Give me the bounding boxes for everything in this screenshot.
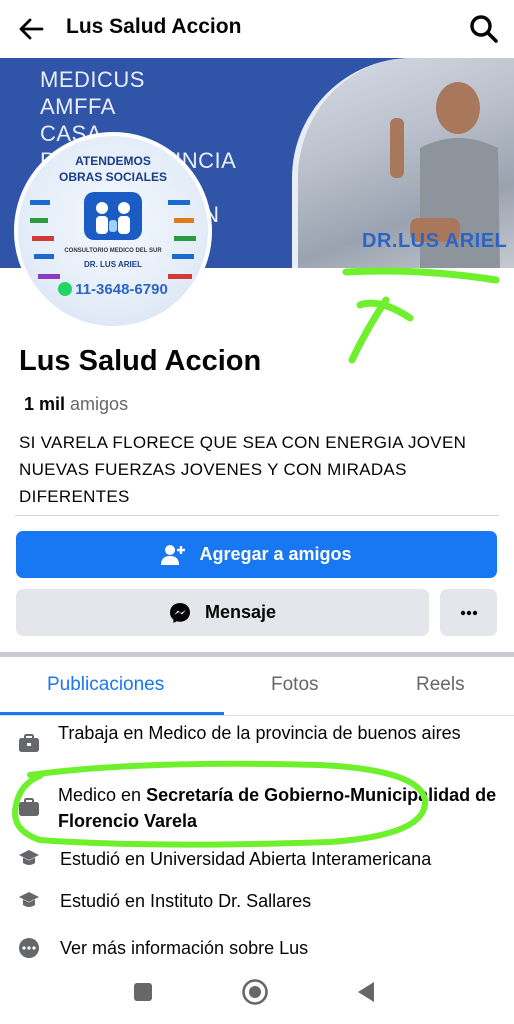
clinic-logo-icon xyxy=(84,192,142,240)
info-study-1-text: Estudió en Universidad Abierta Interamer… xyxy=(60,849,432,869)
add-friend-button[interactable]: Agregar a amigos xyxy=(16,531,497,578)
cover-caption: DR.LUS ARIEL xyxy=(362,230,508,252)
info-work-2-text: Medico en Secretaría de Gobierno-Municip… xyxy=(58,782,498,834)
tab-reels[interactable]: Reels xyxy=(416,674,465,696)
briefcase-icon xyxy=(19,734,39,752)
avatar-phone-number: 11-3648-6790 xyxy=(75,281,168,298)
avatar-clinic-name: CONSULTORIO MEDICO DEL SUR xyxy=(64,248,162,254)
avatar-phone: 11-3648-6790 xyxy=(18,281,208,298)
tab-publicaciones[interactable]: Publicaciones xyxy=(47,674,164,696)
add-friend-label: Agregar a amigos xyxy=(199,544,352,564)
back-arrow-icon[interactable] xyxy=(16,14,46,44)
more-icon xyxy=(460,610,477,615)
profile-name: Lus Salud Accion xyxy=(19,345,262,377)
tab-fotos[interactable]: Fotos xyxy=(271,674,319,696)
friends-count[interactable]: 1 mil amigos xyxy=(24,394,128,415)
avatar-doctor: DR. LUS ARIEL xyxy=(84,260,142,269)
messenger-icon xyxy=(169,602,190,623)
friends-number: 1 mil xyxy=(24,394,66,414)
square-nav-icon[interactable] xyxy=(133,982,153,1002)
avatar-line1: ATENDEMOS xyxy=(75,154,151,168)
top-bar: Lus Salud Accion xyxy=(0,0,514,58)
search-icon[interactable] xyxy=(468,13,500,45)
profile-tabs: Publicaciones Fotos Reels xyxy=(0,657,514,715)
profile-bio: SI VARELA FLORECE QUE SEA CON ENERGIA JO… xyxy=(19,433,467,506)
system-nav-bar xyxy=(0,970,514,1024)
divider xyxy=(15,515,499,516)
info-see-more-text: Ver más información sobre Lus xyxy=(60,938,309,958)
avatar-image: ATENDEMOS OBRAS SOCIALES CONSULTORIO MED… xyxy=(18,136,208,326)
more-button[interactable] xyxy=(440,589,497,636)
graduation-cap-icon xyxy=(19,892,39,907)
add-friend-icon xyxy=(161,544,186,565)
graduation-cap-icon xyxy=(19,850,39,865)
more-circle-icon xyxy=(19,938,39,958)
page-title: Lus Salud Accion xyxy=(66,15,242,38)
avatar-line2: OBRAS SOCIALES xyxy=(58,170,167,184)
info-work-2-prefix: Medico en xyxy=(58,785,147,805)
info-work-1-text: Trabaja en Medico de la provincia de bue… xyxy=(58,723,461,743)
profile-avatar[interactable]: ATENDEMOS OBRAS SOCIALES CONSULTORIO MED… xyxy=(14,132,212,330)
friends-label: amigos xyxy=(70,394,129,414)
tabs-divider xyxy=(0,715,514,716)
briefcase-icon xyxy=(19,798,39,816)
message-label: Mensaje xyxy=(204,602,277,622)
triangle-nav-icon[interactable] xyxy=(356,980,376,1004)
message-button[interactable]: Mensaje xyxy=(16,589,429,636)
cover-line: MEDICUS xyxy=(40,67,145,92)
whatsapp-icon xyxy=(58,282,73,296)
cover-line: AMFFA xyxy=(40,94,116,119)
info-study-2-text: Estudió en Instituto Dr. Sallares xyxy=(60,891,312,911)
circle-nav-icon[interactable] xyxy=(241,978,269,1006)
